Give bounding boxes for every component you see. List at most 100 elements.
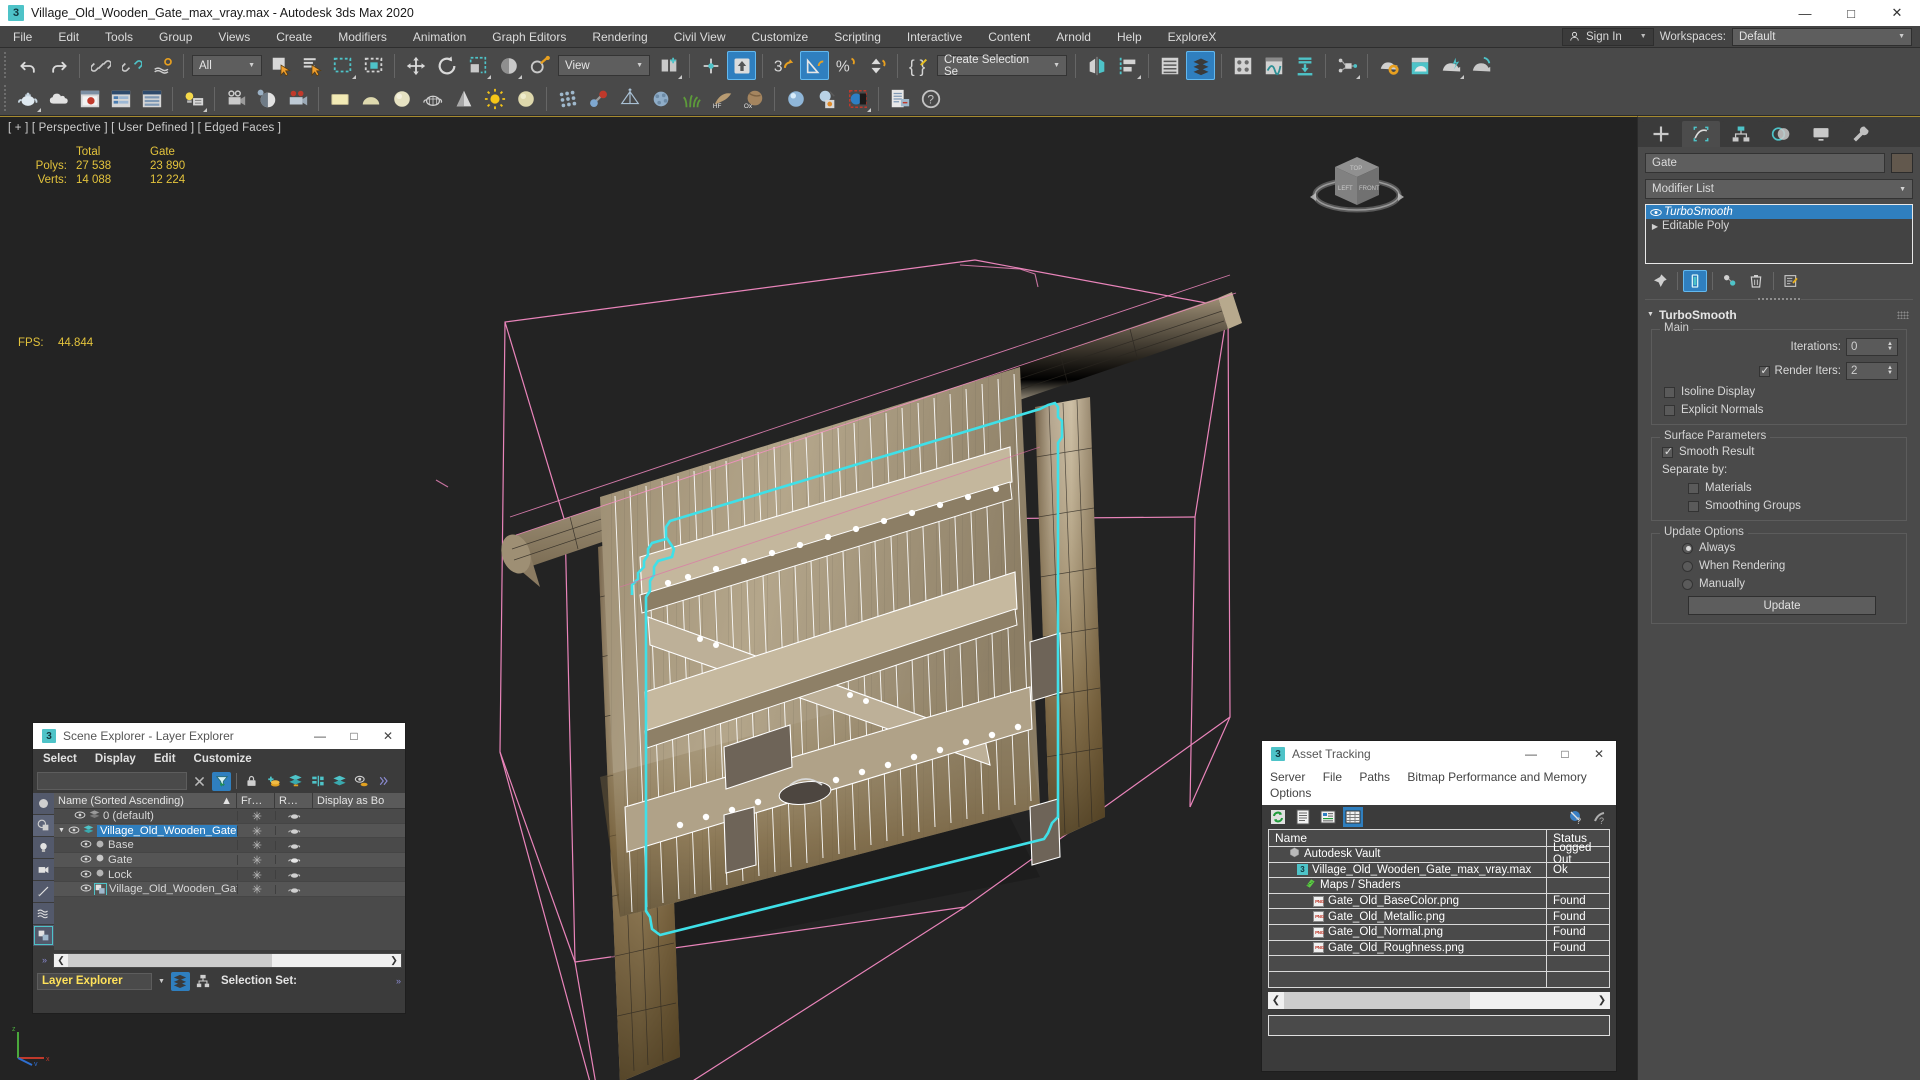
eye-icon[interactable]	[68, 825, 80, 837]
modifier-stack[interactable]: TurboSmooth ▶ Editable Poly	[1645, 204, 1913, 264]
unlink-selection-icon[interactable]	[117, 51, 146, 80]
column-header-freeze[interactable]: Fr…	[237, 793, 275, 808]
freeze-cell[interactable]	[237, 810, 275, 821]
scene-explorer-toggle-icon[interactable]	[1155, 51, 1184, 80]
vray-render-icon[interactable]	[812, 84, 841, 113]
menu-customize[interactable]: Customize	[739, 26, 822, 48]
modifier-stack-item-turbosmooth[interactable]: TurboSmooth	[1646, 205, 1912, 219]
teapot-icon[interactable]	[13, 84, 42, 113]
make-unique-icon[interactable]	[1718, 270, 1742, 292]
spinner-snap-toggle-icon[interactable]: %	[831, 51, 860, 80]
layer-explorer-toggle-icon[interactable]	[1186, 51, 1215, 80]
render-cell[interactable]	[275, 870, 313, 880]
window-crossing-toggle-icon[interactable]	[359, 51, 388, 80]
table-row[interactable]: Gate	[54, 853, 405, 868]
materials-checkbox[interactable]	[1688, 482, 1699, 494]
object-color-swatch[interactable]	[1891, 153, 1913, 173]
asset-tracking-grid[interactable]: Name Status Autodesk Vault Logged Out 3 …	[1268, 829, 1610, 989]
scene-explorer-grid[interactable]: Name (Sorted Ascending) ▲ Fr… R… Display…	[54, 793, 405, 950]
lock-icon[interactable]	[242, 772, 261, 791]
configure-modifier-sets-icon[interactable]	[1779, 270, 1803, 292]
geometry-filter-icon[interactable]	[33, 793, 54, 814]
close-button[interactable]: ✕	[1874, 0, 1920, 26]
menu-help[interactable]: Help	[1104, 26, 1155, 48]
cameras-filter-icon[interactable]	[33, 859, 54, 880]
table-row[interactable]: Lock	[54, 868, 405, 883]
dome-primitive-icon[interactable]	[356, 84, 385, 113]
menu-civil-view[interactable]: Civil View	[661, 26, 739, 48]
spinner-arrows-icon[interactable]	[862, 51, 891, 80]
modifier-list-select[interactable]: Modifier List ▼	[1645, 179, 1913, 199]
layer-manager-icon[interactable]	[137, 84, 166, 113]
vray-frame-buffer-icon[interactable]	[885, 84, 914, 113]
space-warps-filter-icon[interactable]	[33, 903, 54, 924]
hierarchy-mode-icon[interactable]	[194, 972, 213, 991]
sphere-primitive-icon[interactable]	[387, 84, 416, 113]
layer-visibility-icon[interactable]	[352, 772, 371, 791]
freeze-cell[interactable]	[237, 884, 275, 895]
minimize-button[interactable]: —	[1514, 741, 1548, 767]
minimize-button[interactable]: —	[303, 723, 337, 749]
menu-interactive[interactable]: Interactive	[894, 26, 975, 48]
at-menu-paths[interactable]: Paths	[1359, 770, 1390, 784]
show-end-result-icon[interactable]	[1683, 270, 1707, 292]
menu-tools[interactable]: Tools	[92, 26, 146, 48]
table-row[interactable]: Maps / Shaders	[1269, 878, 1609, 894]
explicit-normals-checkbox[interactable]	[1664, 404, 1675, 416]
lights-filter-icon[interactable]	[33, 837, 54, 858]
camera-match-icon[interactable]	[221, 84, 250, 113]
chevron-right-icon[interactable]: ▶	[1648, 222, 1662, 231]
panel-splitter[interactable]	[1645, 294, 1913, 304]
render-cell[interactable]	[275, 840, 313, 850]
utilities-tab-icon[interactable]	[1842, 121, 1880, 147]
asset-tracking-window[interactable]: 3 Asset Tracking — □ ✕ Server File Paths…	[1262, 741, 1616, 1071]
reference-coordinate-select[interactable]: View ▼	[558, 55, 650, 76]
drag-handle-icon[interactable]	[1897, 310, 1909, 319]
object-name-field[interactable]: Gate	[1645, 153, 1885, 173]
percent-snap-toggle-icon[interactable]	[800, 51, 829, 80]
render-setup-icon[interactable]	[1374, 51, 1403, 80]
eye-icon[interactable]	[80, 883, 92, 895]
menu-scripting[interactable]: Scripting	[821, 26, 894, 48]
se-menu-customize[interactable]: Customize	[194, 753, 252, 765]
explorer-mode-select[interactable]: Layer Explorer	[37, 972, 152, 990]
at-menu-options[interactable]: Options	[1270, 786, 1311, 800]
isoline-display-checkbox[interactable]	[1664, 386, 1675, 398]
display-tab-icon[interactable]	[1802, 121, 1840, 147]
render-camera-icon[interactable]	[283, 84, 312, 113]
smooth-result-checkbox[interactable]	[1662, 445, 1674, 458]
shading-viewport-icon[interactable]	[252, 84, 281, 113]
table-row[interactable]: Gate_Old_Metallic.png Found	[1269, 909, 1609, 925]
menu-graph-editors[interactable]: Graph Editors	[479, 26, 579, 48]
help-icon[interactable]: ?	[916, 84, 945, 113]
workspace-select[interactable]: Default ▼	[1732, 27, 1912, 46]
atom-bond-icon[interactable]	[584, 84, 613, 113]
named-selection-sets-select[interactable]: Create Selection Se ▼	[937, 54, 1067, 78]
freeze-cell[interactable]	[237, 869, 275, 880]
render-iters-spinner[interactable]: 2 ▲ ▼	[1846, 362, 1898, 380]
material-editor-icon[interactable]	[1228, 51, 1257, 80]
render-to-texture-icon[interactable]	[1290, 51, 1319, 80]
render-cell[interactable]	[275, 884, 313, 894]
column-header-name[interactable]: Name	[1269, 830, 1547, 846]
more-options-icon[interactable]: »	[36, 955, 53, 965]
helpers-filter-icon[interactable]	[33, 881, 54, 902]
table-row[interactable]: 3 Village_Old_Wooden_Gate_max_vray.max O…	[1269, 862, 1609, 879]
plane-primitive-icon[interactable]	[325, 84, 354, 113]
create-tab-icon[interactable]	[1642, 121, 1680, 147]
sun-light-icon[interactable]	[480, 84, 509, 113]
spinner-arrows-icon[interactable]: ▲ ▼	[1887, 365, 1893, 376]
redo-icon[interactable]	[44, 51, 73, 80]
more-options-icon[interactable]	[374, 772, 393, 791]
menu-file[interactable]: File	[0, 26, 45, 48]
smoothing-groups-checkbox[interactable]	[1688, 500, 1699, 512]
render-iterative-icon[interactable]	[1467, 51, 1496, 80]
table-row[interactable]: Base	[54, 838, 405, 854]
select-and-manipulate-icon[interactable]	[525, 51, 554, 80]
menu-create[interactable]: Create	[263, 26, 325, 48]
menu-edit[interactable]: Edit	[45, 26, 92, 48]
close-button[interactable]: ✕	[371, 723, 405, 749]
scroll-left-icon[interactable]: ❮	[54, 953, 68, 967]
maximize-button[interactable]: □	[337, 723, 371, 749]
refresh-icon[interactable]	[1268, 807, 1288, 827]
